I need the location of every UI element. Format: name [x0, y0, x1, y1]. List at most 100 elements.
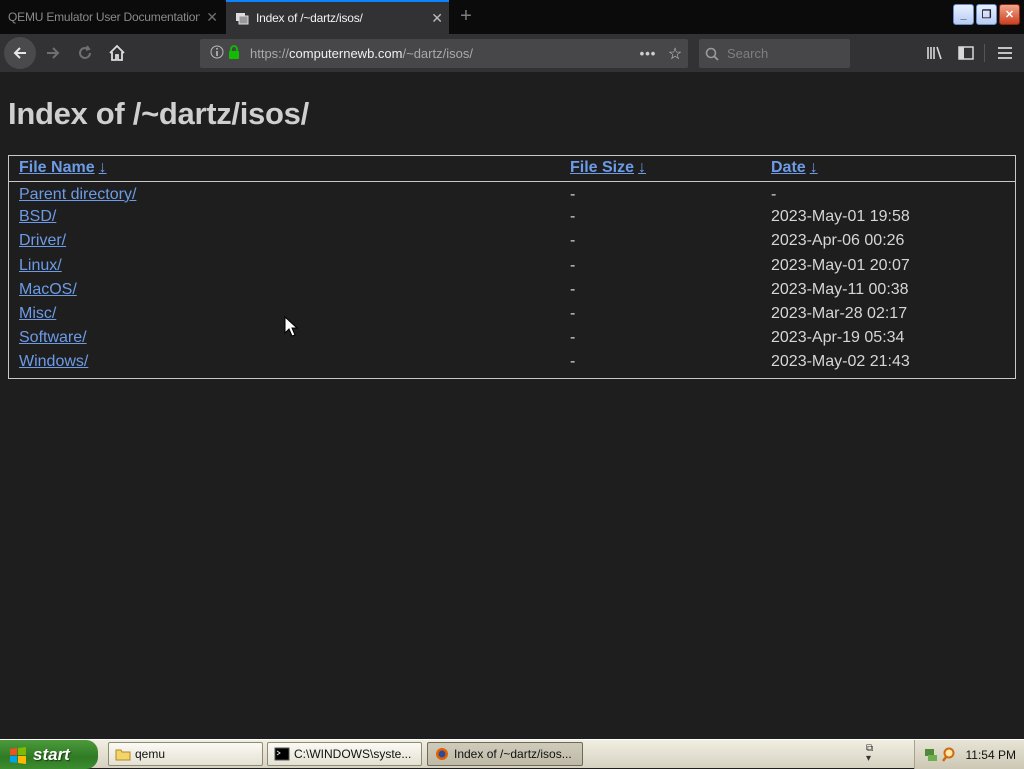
bookmark-star-icon[interactable]: ☆ [662, 44, 688, 64]
page-actions-icon[interactable]: ••• [634, 46, 662, 61]
directory-listing: File Name ↓ File Size ↓ Date ↓ Parent direc… [8, 155, 1016, 379]
directory-link[interactable]: BSD/ [19, 208, 56, 225]
page-favicon-icon [236, 13, 249, 25]
search-icon [699, 47, 725, 61]
file-size-cell: - [570, 280, 576, 298]
new-tab-icon[interactable]: + [455, 5, 477, 27]
arrow-right-icon [47, 47, 60, 59]
tab-index-isos[interactable]: Index of /~dartz/isos/ ✕ [226, 0, 449, 34]
folder-icon [115, 749, 131, 761]
arrow-left-icon [13, 47, 26, 59]
toolbar-separator [984, 44, 985, 62]
taskbar-item-browser[interactable]: Index of /~dartz/isos... [427, 742, 583, 766]
search-input[interactable] [725, 45, 835, 62]
home-button[interactable] [102, 38, 132, 68]
tab-title: Index of /~dartz/isos/ [256, 11, 363, 25]
taskbar: start qemu C:\WINDOWS\syste... Index of … [0, 739, 1024, 769]
table-row: Software/ - 2023-Apr-19 05:34 [9, 326, 1015, 350]
sort-by-size-link[interactable]: File Size [570, 159, 634, 176]
tray-collapse-icon[interactable]: ⧉ ▾ [866, 744, 873, 764]
task-label: qemu [135, 747, 166, 761]
system-tray: 11:54 PM [914, 740, 1024, 769]
table-row: Linux/ - 2023-May-01 20:07 [9, 254, 1015, 278]
sidebar-icon [958, 46, 974, 60]
file-size-cell: - [570, 185, 576, 203]
sort-arrow-icon[interactable]: ↓ [810, 159, 818, 176]
site-info-icon[interactable] [206, 45, 228, 62]
sort-by-date-link[interactable]: Date [771, 159, 806, 176]
date-cell: 2023-May-11 00:38 [771, 280, 909, 298]
restore-icon[interactable]: ❐ [976, 4, 997, 25]
directory-link[interactable]: Misc/ [19, 305, 56, 322]
start-button[interactable]: start [0, 740, 98, 769]
url-path: /~dartz/isos/ [402, 46, 473, 61]
url-bar[interactable]: https://computernewb.com/~dartz/isos/ ••… [200, 39, 688, 68]
directory-link[interactable]: Parent directory/ [19, 186, 136, 203]
search-tray-icon[interactable] [942, 747, 958, 763]
url-scheme: https:// [250, 46, 290, 61]
directory-link[interactable]: Linux/ [19, 257, 62, 274]
date-cell: 2023-May-01 19:58 [771, 208, 910, 226]
url-host: computernewb.com [289, 46, 403, 61]
network-icon[interactable] [923, 747, 939, 763]
lock-icon [228, 45, 244, 62]
tab-title: QEMU Emulator User Documentation [8, 10, 200, 24]
directory-link[interactable]: Software/ [19, 329, 87, 346]
firefox-icon [436, 748, 448, 760]
close-tab-icon[interactable]: ✕ [425, 10, 449, 27]
file-table: File Name ↓ File Size ↓ Date ↓ Parent direc… [9, 156, 1015, 375]
directory-link[interactable]: MacOS/ [19, 281, 77, 298]
sort-arrow-icon[interactable]: ↓ [638, 159, 646, 176]
taskbar-item-qemu[interactable]: qemu [108, 742, 263, 766]
close-tab-icon[interactable]: ✕ [200, 9, 224, 26]
tab-qemu-docs[interactable]: QEMU Emulator User Documentation ✕ [0, 0, 224, 34]
forward-button[interactable] [38, 38, 68, 68]
date-cell: 2023-Mar-28 02:17 [771, 305, 908, 323]
hamburger-menu-icon [998, 47, 1012, 59]
file-size-cell: - [570, 208, 576, 226]
library-icon [927, 46, 942, 60]
table-row: Misc/ - 2023-Mar-28 02:17 [9, 302, 1015, 326]
home-icon [109, 44, 125, 61]
column-header-file-size: File Size ↓ [560, 156, 761, 182]
table-row: MacOS/ - 2023-May-11 00:38 [9, 278, 1015, 302]
directory-link[interactable]: Driver/ [19, 232, 66, 249]
minimize-icon[interactable]: _ [953, 4, 974, 25]
clock: 11:54 PM [965, 747, 1016, 762]
task-label: C:\WINDOWS\syste... [294, 747, 412, 761]
page-title: Index of /~dartz/isos/ [8, 96, 309, 131]
table-row: BSD/ - 2023-May-01 19:58 [9, 205, 1015, 229]
window-close-icon[interactable]: ✕ [999, 4, 1020, 25]
reload-button[interactable] [70, 38, 100, 68]
mouse-pointer-icon [284, 316, 298, 337]
file-size-cell: - [570, 305, 576, 323]
file-size-cell: - [570, 329, 576, 347]
taskbar-item-console[interactable]: C:\WINDOWS\syste... [267, 742, 422, 766]
task-label: Index of /~dartz/isos... [454, 747, 572, 761]
date-cell: 2023-May-01 20:07 [771, 256, 910, 274]
table-row: Windows/ - 2023-May-02 21:43 [9, 350, 1015, 374]
file-size-cell: - [570, 232, 576, 250]
sidebar-button[interactable] [951, 38, 981, 68]
back-button[interactable] [4, 37, 36, 69]
start-label: start [33, 744, 70, 764]
sort-by-name-link[interactable]: File Name [19, 159, 95, 176]
sort-arrow-icon[interactable]: ↓ [99, 159, 107, 176]
column-header-date: Date ↓ [761, 156, 1015, 182]
tab-strip: QEMU Emulator User Documentation ✕ Index… [0, 0, 1024, 34]
column-header-file-name: File Name ↓ [9, 156, 560, 182]
url-text[interactable]: https://computernewb.com/~dartz/isos/ [250, 46, 634, 61]
date-cell: 2023-Apr-06 00:26 [771, 232, 905, 250]
file-size-cell: - [570, 256, 576, 274]
table-row: Driver/ - 2023-Apr-06 00:26 [9, 229, 1015, 253]
table-header-row: File Name ↓ File Size ↓ Date ↓ [9, 156, 1015, 182]
windows-flag-icon [10, 746, 26, 764]
navigation-toolbar: https://computernewb.com/~dartz/isos/ ••… [0, 34, 1024, 72]
library-button[interactable] [920, 38, 950, 68]
date-cell: 2023-Apr-19 05:34 [771, 329, 905, 347]
console-icon [274, 747, 290, 761]
menu-button[interactable] [990, 38, 1020, 68]
search-bar[interactable] [699, 39, 850, 68]
table-row: Parent directory/ - - [9, 181, 1015, 205]
directory-link[interactable]: Windows/ [19, 353, 88, 370]
